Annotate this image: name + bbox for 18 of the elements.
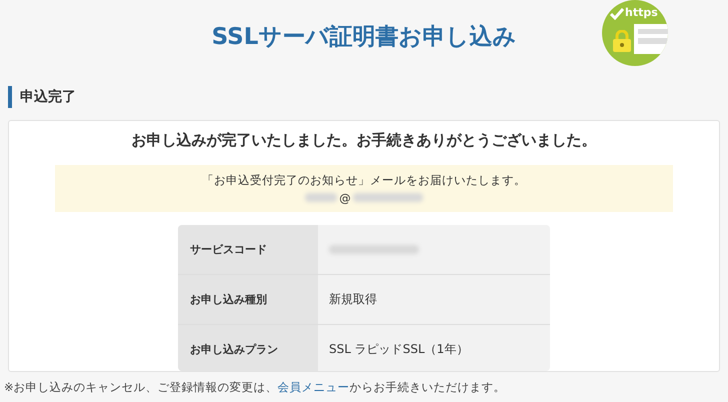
page-title: SSLサーバ証明書お申し込み bbox=[212, 22, 516, 52]
at-sign: @ bbox=[339, 190, 351, 205]
member-menu-link[interactable]: 会員メニュー bbox=[278, 380, 350, 394]
footer-note: ※お申し込みのキャンセル、ご登録情報の変更は、会員メニューからお手続きいただけます。 bbox=[4, 380, 507, 395]
padlock-icon bbox=[612, 30, 632, 52]
table-header-cell: お申し込み種別 bbox=[178, 275, 318, 324]
redacted-mark bbox=[305, 193, 338, 202]
section-heading: 申込完了 bbox=[20, 88, 76, 106]
table-cell-text: SSL ラピッドSSL（1年） bbox=[328, 341, 470, 358]
table-header-cell: お申し込みプラン bbox=[178, 325, 318, 371]
document-icon bbox=[634, 24, 668, 54]
table-header-cell: サービスコード bbox=[178, 225, 318, 274]
logo-text: https bbox=[625, 6, 658, 19]
redacted-mark bbox=[352, 193, 423, 202]
notice-text: 「お申込受付完了のお知らせ」メールをお届けいたします。 bbox=[202, 172, 526, 188]
check-icon bbox=[610, 8, 624, 20]
completion-message: お申し込みが完了いたしました。お手続きありがとうございました。 bbox=[132, 130, 596, 151]
table-cell-text: 新規取得 bbox=[328, 291, 378, 308]
